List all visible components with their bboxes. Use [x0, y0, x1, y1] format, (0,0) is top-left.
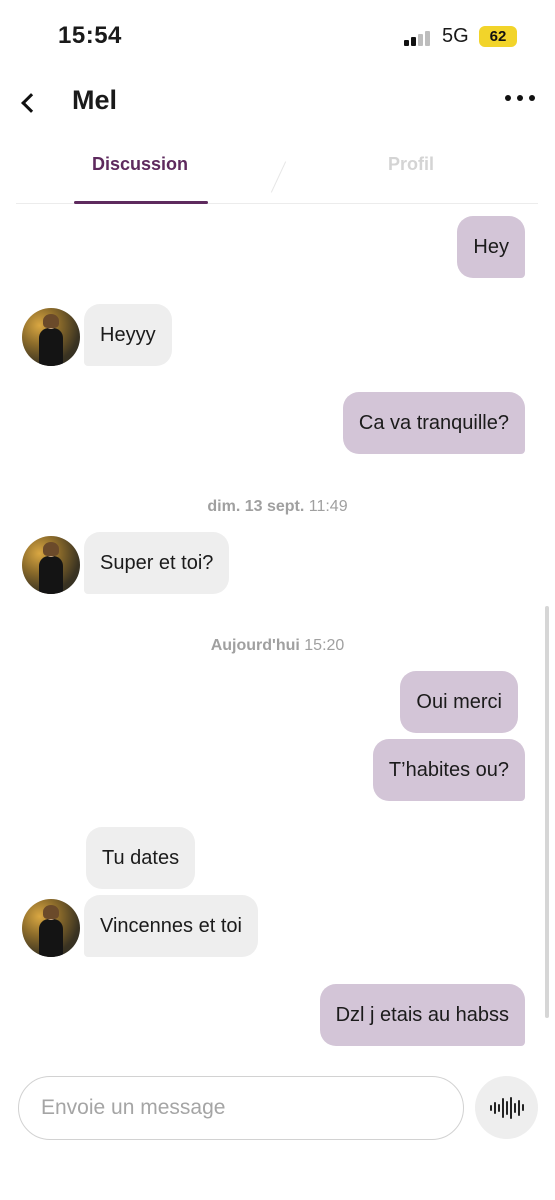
- avatar[interactable]: [22, 536, 80, 594]
- scrollbar[interactable]: [545, 606, 549, 1018]
- contact-name[interactable]: Mel: [72, 85, 117, 116]
- signal-icon: [404, 30, 436, 46]
- message-bubble-incoming[interactable]: Tu dates: [86, 827, 196, 889]
- date-separator: dim. 13 sept. 11:49: [207, 498, 348, 515]
- tab-profil[interactable]: Profil: [388, 154, 434, 175]
- tab-bar: Discussion Profil: [16, 134, 538, 204]
- more-dots-icon[interactable]: [505, 92, 535, 104]
- message-bubble-incoming[interactable]: Heyyy: [84, 304, 172, 366]
- message-list[interactable]: Hey Heyyy Ca va tranquille? dim. 13 sept…: [0, 204, 555, 1056]
- battery-icon: 62: [479, 26, 517, 47]
- message-bubble-outgoing[interactable]: Dzl j etais au habss: [319, 984, 525, 1046]
- message-bubble-incoming[interactable]: Vincennes et toi: [84, 895, 258, 957]
- message-input[interactable]: [18, 1076, 464, 1140]
- voice-waveform-icon: [489, 1096, 524, 1120]
- message-bubble-incoming[interactable]: Super et toi?: [84, 532, 230, 594]
- message-bubble-outgoing[interactable]: Oui merci: [400, 671, 518, 733]
- date-separator: Aujourd'hui 15:20: [210, 637, 345, 654]
- avatar[interactable]: [22, 308, 80, 366]
- voice-message-button[interactable]: [475, 1076, 538, 1139]
- chevron-left-icon[interactable]: [18, 88, 42, 116]
- message-bubble-outgoing[interactable]: T’habites ou?: [372, 739, 525, 801]
- chat-header: Mel: [0, 70, 555, 134]
- composer: [0, 1070, 555, 1150]
- network-type: 5G: [442, 25, 469, 47]
- message-bubble-outgoing[interactable]: Hey: [457, 216, 525, 278]
- tab-divider: [270, 161, 287, 193]
- message-bubble-outgoing[interactable]: Ca va tranquille?: [342, 392, 525, 454]
- status-time: 15:54: [58, 22, 122, 49]
- status-bar: 15:54 5G 62: [0, 0, 555, 70]
- avatar[interactable]: [22, 899, 80, 957]
- tab-discussion[interactable]: Discussion: [92, 154, 188, 175]
